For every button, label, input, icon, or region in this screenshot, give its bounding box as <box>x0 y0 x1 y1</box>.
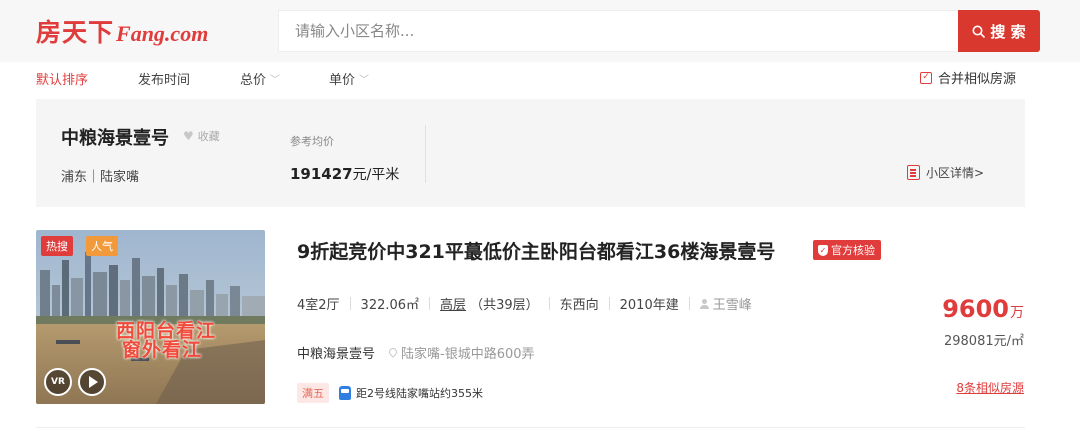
sort-default[interactable]: 默认排序 <box>36 69 88 88</box>
community-name[interactable]: 中粮海景壹号 <box>61 124 169 150</box>
layout: 4室2厅 <box>297 298 340 313</box>
community-detail-link[interactable]: 小区详情> <box>907 164 984 181</box>
sort-publish-time-label: 发布时间 <box>138 73 191 88</box>
chevron-down-icon: ﹀ <box>359 75 370 86</box>
photo-overlay-line2: 窗外看江 <box>122 339 203 361</box>
location-pin-icon <box>389 348 397 358</box>
verified-label: 官方核验 <box>831 244 875 257</box>
listing-title[interactable]: 9折起竞价中321平蕞低价主卧阳台都看江36楼海景壹号 <box>297 237 775 264</box>
person-icon <box>699 298 709 309</box>
community-detail-label: 小区详情> <box>926 166 985 180</box>
similar-listings-link[interactable]: 8条相似房源 <box>956 379 1024 396</box>
search-icon <box>972 25 986 38</box>
reference-price-label: 参考均价 <box>290 135 334 148</box>
floor-total: （共39层） <box>470 298 539 313</box>
logo-chinese-text: 房天下 <box>36 18 115 47</box>
verified-badge: ✓ 官方核验 <box>813 240 881 260</box>
listing-photo[interactable]: 热搜 人气 西阳台看江 窗外看江 VR <box>36 230 265 404</box>
community-location: 浦东｜陆家嘴 <box>61 170 140 185</box>
separator <box>349 297 351 310</box>
total-price: 9600 万 <box>942 295 1024 323</box>
divider <box>425 125 426 183</box>
feature-row: 满五 距2号线陆家嘴站约355米 <box>297 383 483 403</box>
sort-unit-price[interactable]: 单价 ﹀ <box>329 69 369 88</box>
merge-similar-label: 合并相似房源 <box>937 72 1016 87</box>
reference-price: 191427元/平米 <box>290 164 399 184</box>
search-button-label: 搜 索 <box>990 22 1026 41</box>
vr-label: VR <box>51 377 65 387</box>
sort-default-label: 默认排序 <box>36 73 89 88</box>
sort-total-price[interactable]: 总价 ﹀ <box>240 69 280 88</box>
sort-total-price-label: 总价 <box>240 73 267 88</box>
search-button[interactable]: 搜 索 <box>958 10 1040 52</box>
search-input[interactable] <box>295 22 958 40</box>
orientation: 东西向 <box>559 298 599 313</box>
vr-icon[interactable]: VR <box>44 368 72 396</box>
sort-unit-price-label: 单价 <box>329 73 356 88</box>
popular-tag: 人气 <box>86 236 118 256</box>
sort-bar: 默认排序 发布时间 总价 ﹀ 单价 ﹀ ✓ 合并相似房源 <box>0 62 1080 96</box>
address-row: 中粮海景壹号 陆家嘴-银城中路600弄 <box>297 343 535 362</box>
address-text: 陆家嘴-银城中路600弄 <box>401 347 535 362</box>
separator <box>548 297 550 310</box>
community-summary: 中粮海景壹号 ♥ 收藏 浦东｜陆家嘴 参考均价 191427元/平米 小区详情> <box>36 99 1025 207</box>
listing-item: 热搜 人气 西阳台看江 窗外看江 VR 9折起竞价中321平蕞低价主卧阳台都看江… <box>0 222 1080 422</box>
play-icon[interactable] <box>78 368 106 396</box>
year-built: 2010年建 <box>619 298 679 313</box>
five-years-tag: 满五 <box>297 383 329 403</box>
photo-overlay-text: 西阳台看江 窗外看江 <box>116 322 216 360</box>
address: 陆家嘴-银城中路600弄 <box>389 343 535 362</box>
area: 322.06㎡ <box>360 298 420 313</box>
heart-icon: ♥ <box>183 129 194 143</box>
metro-distance: 距2号线陆家嘴站约355米 <box>356 387 483 400</box>
favorite-label: 收藏 <box>197 130 220 143</box>
reference-price-value: 191427 <box>290 165 353 183</box>
agent[interactable]: 王雪峰 <box>699 294 752 313</box>
unit-price: 298081元/㎡ <box>943 334 1024 349</box>
floor-level[interactable]: 高层 <box>440 294 466 313</box>
merge-similar-toggle[interactable]: ✓ 合并相似房源 <box>919 68 1016 87</box>
separator <box>688 297 690 310</box>
total-price-unit: 万 <box>1010 305 1024 321</box>
chevron-down-icon: ﹀ <box>270 75 281 86</box>
fang-logo[interactable]: 房天下 Fang.com <box>36 13 208 51</box>
shield-check-icon: ✓ <box>818 244 828 256</box>
metro-icon <box>339 386 351 400</box>
reference-price-unit: 元/平米 <box>352 167 400 183</box>
sort-publish-time[interactable]: 发布时间 <box>138 69 190 88</box>
total-price-value: 9600 <box>942 295 1009 323</box>
site-header: 房天下 Fang.com 搜 索 <box>0 0 1080 62</box>
listing-community-name[interactable]: 中粮海景壹号 <box>297 343 375 362</box>
agent-name: 王雪峰 <box>712 298 752 313</box>
document-icon <box>907 165 920 180</box>
favorite-button[interactable]: ♥ 收藏 <box>183 128 220 144</box>
divider <box>36 427 1025 428</box>
listing-attributes: 4室2厅 322.06㎡ 高层 （共39层） 东西向 2010年建 王雪峰 <box>297 294 752 313</box>
hot-search-tag: 热搜 <box>41 236 73 256</box>
separator <box>429 297 431 310</box>
search-box <box>278 10 958 52</box>
checkbox-checked-icon[interactable]: ✓ <box>919 71 932 84</box>
logo-english-text: Fang.com <box>116 21 209 46</box>
separator <box>608 297 610 310</box>
